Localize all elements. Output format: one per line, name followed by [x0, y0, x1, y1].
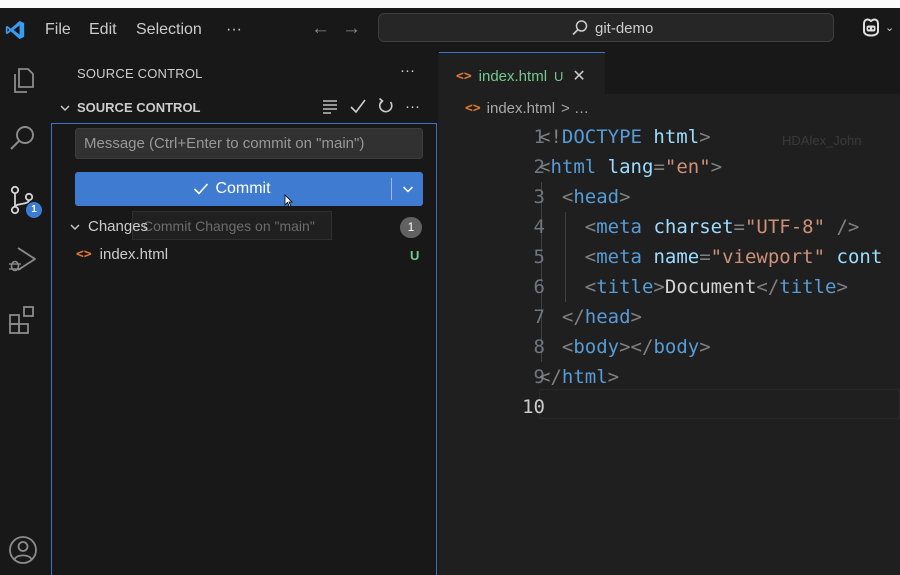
html-file-icon: <> [456, 68, 472, 84]
breadcrumb-rest[interactable]: > … [561, 100, 589, 117]
menu-edit[interactable]: Edit [89, 21, 117, 39]
code-text: <head> [561, 186, 631, 208]
menu-more[interactable]: ··· [226, 21, 242, 39]
breadcrumb: <> index.html > … [465, 100, 589, 117]
arrow-left-icon[interactable]: ← [311, 18, 330, 40]
code-text: <meta name="viewport" cont [584, 246, 883, 268]
source-control-section-header[interactable]: SOURCE CONTROL [58, 100, 201, 115]
code-line[interactable]: 3 <head> [439, 182, 900, 212]
line-number: 4 [533, 216, 545, 238]
commit-dropdown-button[interactable] [392, 172, 423, 206]
commit-check-icon[interactable] [349, 97, 367, 115]
arrow-right-icon[interactable]: → [342, 18, 361, 40]
search-icon [572, 20, 588, 36]
changed-file-item[interactable]: <> index.html [76, 246, 168, 263]
changes-count-badge: 1 [400, 217, 422, 238]
code-text: <body></body> [561, 336, 711, 358]
code-line[interactable]: 10 [439, 392, 900, 422]
line-number: 8 [533, 336, 545, 358]
line-number: 10 [522, 396, 545, 418]
close-icon[interactable]: ✕ [572, 66, 585, 86]
chevron-down-icon [60, 105, 70, 111]
section-toolbar: ··· [321, 97, 420, 115]
tab-index-html[interactable]: <> index.html U ✕ [439, 52, 605, 95]
sidebar-more-button[interactable]: ··· [400, 62, 415, 79]
changes-label: Changes [88, 218, 149, 235]
commit-main-action[interactable]: Commit [75, 172, 389, 206]
commit-label: Commit [215, 180, 271, 197]
tab-label: index.html [478, 67, 548, 85]
changed-file-name: index.html [99, 246, 169, 263]
chevron-down-icon: ⌄ [885, 21, 895, 34]
code-line[interactable]: 4 <meta charset="UTF-8" /> [439, 212, 900, 242]
activity-bar: 1 [0, 52, 50, 575]
code-text: <title>Document</title> [584, 276, 848, 298]
chevron-down-icon [70, 224, 80, 230]
vscode-logo-icon [5, 20, 25, 40]
code-line[interactable]: 9 </html> [439, 362, 900, 392]
code-line[interactable]: 6 <title>Document</title> [439, 272, 900, 302]
line-number: 2 [533, 156, 545, 178]
code-text: <meta charset="UTF-8" /> [584, 216, 860, 238]
tab-status: U [554, 68, 564, 84]
code-line[interactable]: 1 <!DOCTYPE html> [439, 122, 900, 152]
section-header-label: SOURCE CONTROL [77, 100, 201, 115]
line-number: 7 [533, 306, 545, 328]
changes-group-header[interactable]: Changes [68, 218, 148, 235]
window-top-edge [0, 0, 900, 8]
code-text: <!DOCTYPE html> [539, 126, 711, 148]
explorer-icon[interactable] [7, 64, 39, 96]
copilot-icon [863, 18, 879, 37]
code-line[interactable]: 5 <meta name="viewport" cont [439, 242, 900, 272]
command-center-search[interactable]: git-demo [378, 13, 834, 42]
file-status-untracked: U [410, 248, 420, 263]
line-number: 9 [533, 366, 545, 388]
run-debug-icon[interactable] [7, 244, 39, 276]
commit-button[interactable]: Commit [75, 172, 423, 206]
code-line[interactable]: 7 </head> [439, 302, 900, 332]
more-actions-icon[interactable]: ··· [405, 98, 420, 115]
title-bar: File Edit Selection ··· ← → git-demo ⌄ [0, 8, 900, 52]
account-icon[interactable] [7, 534, 39, 566]
breadcrumb-file[interactable]: index.html [487, 100, 555, 117]
html-file-icon: <> [465, 101, 481, 116]
code-line[interactable]: 8 <body></body> [439, 332, 900, 362]
line-number: 5 [533, 246, 545, 268]
line-number: 3 [533, 186, 545, 208]
code-line[interactable]: 2 <html lang="en"> [439, 152, 900, 182]
source-control-badge: 1 [26, 202, 42, 218]
extensions-icon[interactable] [7, 304, 39, 336]
line-number: 6 [533, 276, 545, 298]
line-number: 1 [533, 126, 545, 148]
check-icon [194, 183, 209, 195]
menu-file[interactable]: File [45, 21, 71, 39]
sidebar-title: SOURCE CONTROL [77, 66, 203, 81]
chevron-down-icon [402, 186, 413, 193]
code-text: </html> [539, 366, 620, 388]
html-file-icon: <> [76, 247, 92, 262]
refresh-icon[interactable] [377, 97, 395, 115]
menu-selection[interactable]: Selection [136, 21, 202, 39]
view-as-tree-icon[interactable] [321, 97, 339, 115]
search-icon[interactable] [7, 122, 39, 154]
code-text: <html lang="en"> [539, 156, 723, 178]
commit-tooltip: Commit Changes on "main" [132, 211, 332, 240]
copilot-button[interactable]: ⌄ [860, 17, 894, 37]
code-text: </head> [561, 306, 642, 328]
mouse-cursor-icon [284, 194, 293, 208]
search-text: git-demo [595, 19, 654, 37]
commit-message-input[interactable] [75, 128, 423, 159]
